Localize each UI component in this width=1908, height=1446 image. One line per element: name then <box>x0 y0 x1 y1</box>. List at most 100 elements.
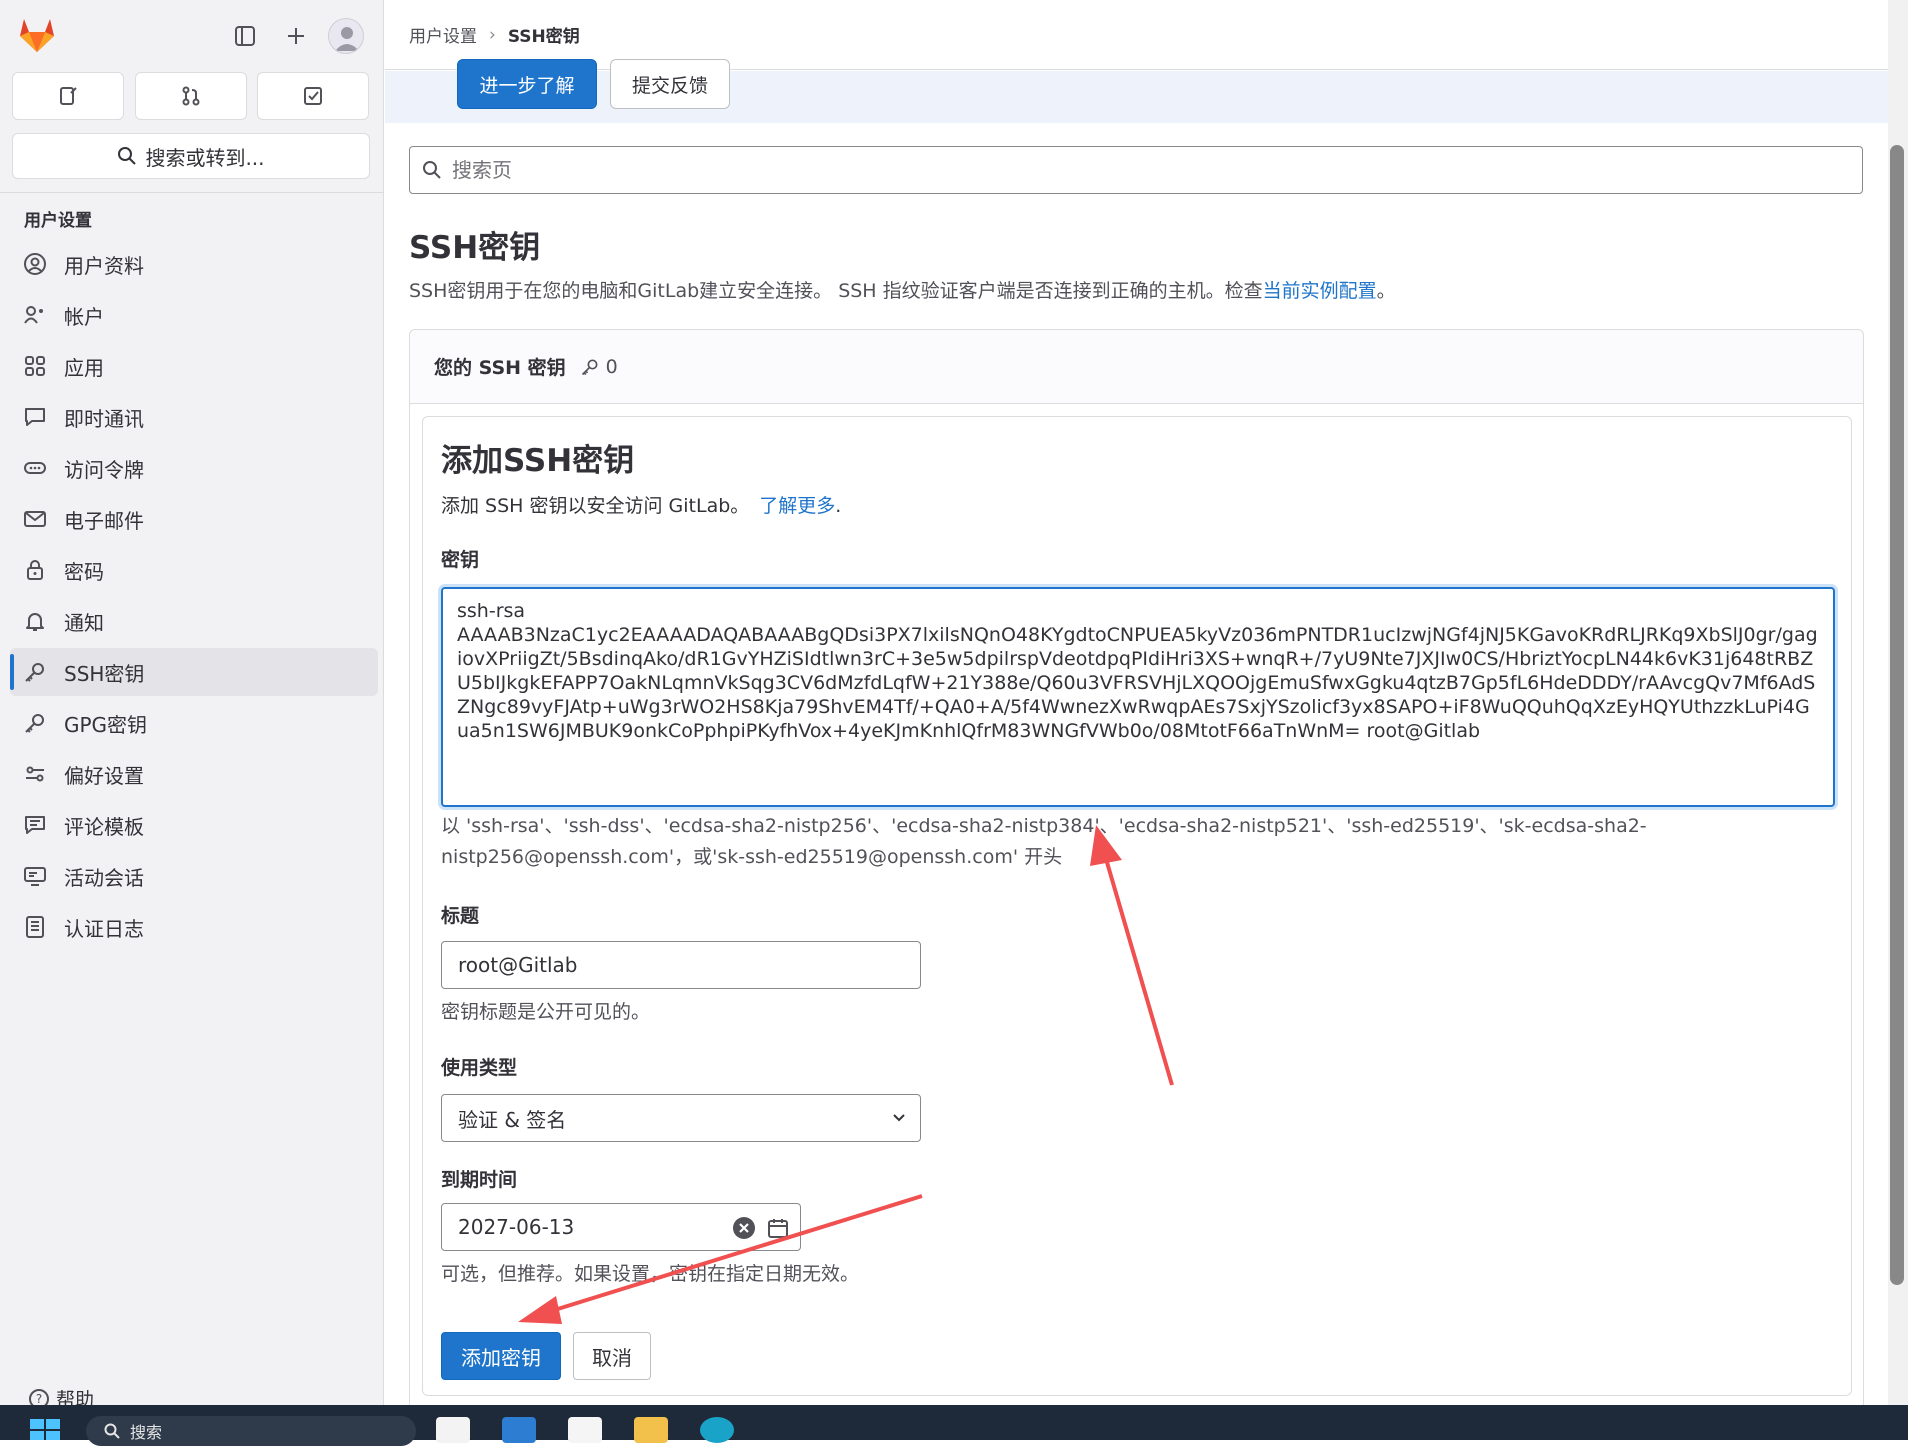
sidebar-item-access-tokens[interactable]: 访问令牌 <box>10 444 378 492</box>
lock-icon <box>22 557 48 583</box>
usage-type-value: 验证 & 签名 <box>458 1107 567 1132</box>
page-description-text: SSH密钥用于在您的电脑和GitLab建立安全连接。 SSH 指纹验证客户端是否… <box>409 280 1263 302</box>
sidebar-item-comment-templates[interactable]: 评论模板 <box>10 801 378 849</box>
sidebar-item-label: 访问令牌 <box>64 457 144 482</box>
edge-browser-icon[interactable] <box>700 1417 734 1443</box>
sidebar-item-account[interactable]: 帐户 <box>10 291 378 339</box>
sidebar-item-label: 帐户 <box>64 304 104 329</box>
expires-label: 到期时间 <box>441 1169 518 1191</box>
clear-icon[interactable] <box>732 1216 756 1240</box>
file-explorer-icon[interactable] <box>634 1417 668 1443</box>
key-label: 密钥 <box>441 549 480 571</box>
sidebar-section-title: 用户设置 <box>24 211 92 231</box>
monitor-icon <box>22 863 48 889</box>
learn-more-link[interactable]: 了解更多 <box>759 495 835 517</box>
sidebar-item-label: SSH密钥 <box>64 661 145 686</box>
title-help-text: 密钥标题是公开可见的。 <box>441 1001 651 1023</box>
sidebar-item-auth-log[interactable]: 认证日志 <box>10 903 378 951</box>
learn-more-button[interactable]: 进一步了解 <box>457 59 597 109</box>
sidebar-item-label: 密码 <box>64 559 104 584</box>
ssh-keys-count-value: 0 <box>605 355 618 378</box>
log-icon <box>22 914 48 940</box>
sidebar-item-label: 应用 <box>64 355 104 380</box>
preferences-icon <box>22 761 48 787</box>
calendar-icon[interactable] <box>766 1216 790 1240</box>
key-icon <box>22 659 48 685</box>
feedback-banner: 进一步了解 提交反馈 <box>385 59 1888 123</box>
key-textarea[interactable]: ssh-rsa AAAAB3NzaC1yc2EAAAADAQABAAABgQDs… <box>441 587 1835 807</box>
sidebar-item-applications[interactable]: 应用 <box>10 342 378 390</box>
taskbar-search-label: 搜索 <box>130 1423 163 1442</box>
token-icon <box>22 455 48 481</box>
key-help-text: 以 'ssh-rsa'、'ssh-dss'、'ecdsa-sha2-nistp2… <box>441 815 1647 868</box>
sidebar-item-gpg-keys[interactable]: GPG密钥 <box>10 699 378 747</box>
profile-icon <box>22 251 48 277</box>
main-content: 用户设置 › SSH密钥 进一步了解 提交反馈 SSH密钥 SSH密钥用于在您的… <box>385 0 1888 1405</box>
expires-help-text: 可选，但推荐。如果设置，密钥在指定日期无效。 <box>441 1263 860 1285</box>
ssh-keys-count: 0 <box>580 356 618 378</box>
add-ssh-key-subtitle-text: 添加 SSH 密钥以安全访问 GitLab。 <box>441 495 750 517</box>
merge-requests-button[interactable] <box>135 72 247 120</box>
sidebar-item-label: 即时通讯 <box>64 406 144 431</box>
gitlab-logo[interactable] <box>16 14 58 56</box>
svg-text:?: ? <box>36 1392 42 1406</box>
page-description: SSH密钥用于在您的电脑和GitLab建立安全连接。 SSH 指纹验证客户端是否… <box>409 276 1396 303</box>
plus-icon[interactable] <box>280 20 312 52</box>
sidebar-divider <box>0 192 384 193</box>
bell-icon <box>22 608 48 634</box>
expires-date-value: 2027-06-13 <box>458 1215 575 1239</box>
add-ssh-key-subtitle: 添加 SSH 密钥以安全访问 GitLab。 了解更多. <box>441 491 841 518</box>
search-icon <box>118 147 137 165</box>
sidebar: 搜索或转到... 用户设置 用户资料 帐户 应用 即时通讯 访问令牌 电子邮件 … <box>0 0 384 1411</box>
comment-template-icon <box>22 812 48 838</box>
breadcrumb-separator-icon: › <box>489 24 496 45</box>
page-search-input[interactable] <box>452 158 1832 182</box>
todo-button[interactable] <box>257 72 369 120</box>
account-icon <box>22 302 48 328</box>
breadcrumb-parent[interactable]: 用户设置 <box>409 22 477 47</box>
ssh-keys-card: 您的 SSH 密钥 0 添加SSH密钥 添加 SSH 密钥以安全访问 GitLa… <box>409 329 1864 1405</box>
title-input[interactable]: root@Gitlab <box>441 941 921 989</box>
avatar[interactable] <box>328 18 364 54</box>
breadcrumb: 用户设置 › SSH密钥 <box>385 0 1888 70</box>
add-key-button[interactable]: 添加密钥 <box>441 1332 561 1380</box>
issues-button[interactable] <box>12 72 124 120</box>
add-ssh-key-form: 添加SSH密钥 添加 SSH 密钥以安全访问 GitLab。 了解更多. 密钥 s… <box>422 416 1852 1396</box>
usage-type-select[interactable]: 验证 & 签名 <box>441 1094 921 1142</box>
instance-config-link[interactable]: 当前实例配置 <box>1263 280 1377 302</box>
chat-icon <box>22 404 48 430</box>
sidebar-item-profile[interactable]: 用户资料 <box>10 240 378 288</box>
ssh-keys-card-title: 您的 SSH 密钥 <box>434 357 566 379</box>
expires-date-input[interactable]: 2027-06-13 <box>441 1203 801 1251</box>
sidebar-nav: 用户资料 帐户 应用 即时通讯 访问令牌 电子邮件 密码 通知 SSH密钥 GP… <box>10 240 378 954</box>
sidebar-search-button[interactable]: 搜索或转到... <box>12 133 370 179</box>
sidebar-item-chat[interactable]: 即时通讯 <box>10 393 378 441</box>
sidebar-item-password[interactable]: 密码 <box>10 546 378 594</box>
mail-icon <box>22 506 48 532</box>
key-icon <box>22 710 48 736</box>
toggle-sidebar-icon[interactable] <box>229 20 261 52</box>
windows-start-icon[interactable] <box>30 1419 60 1440</box>
sidebar-item-notifications[interactable]: 通知 <box>10 597 378 645</box>
chevron-down-icon <box>893 1114 905 1122</box>
search-icon <box>423 161 441 179</box>
sidebar-item-label: GPG密钥 <box>64 712 148 737</box>
sidebar-item-preferences[interactable]: 偏好设置 <box>10 750 378 798</box>
sidebar-item-label: 偏好设置 <box>64 763 144 788</box>
sidebar-item-label: 认证日志 <box>64 916 144 941</box>
taskbar-search[interactable]: 搜索 <box>86 1416 416 1446</box>
page-title: SSH密钥 <box>409 230 541 266</box>
sidebar-item-active-sessions[interactable]: 活动会话 <box>10 852 378 900</box>
cancel-button[interactable]: 取消 <box>573 1332 651 1380</box>
feedback-button[interactable]: 提交反馈 <box>610 59 730 109</box>
typora-app-icon[interactable] <box>436 1417 470 1443</box>
breadcrumb-current: SSH密钥 <box>507 27 580 47</box>
sidebar-item-ssh-keys[interactable]: SSH密钥 <box>10 648 378 696</box>
taskbar: 搜索 <box>0 1405 1908 1446</box>
sidebar-item-label: 活动会话 <box>64 865 144 890</box>
app-icon-2[interactable] <box>568 1417 602 1443</box>
sidebar-item-emails[interactable]: 电子邮件 <box>10 495 378 543</box>
scrollbar-thumb[interactable] <box>1890 145 1904 1285</box>
app-icon[interactable] <box>502 1417 536 1443</box>
add-ssh-key-subtitle-end: . <box>835 495 842 517</box>
